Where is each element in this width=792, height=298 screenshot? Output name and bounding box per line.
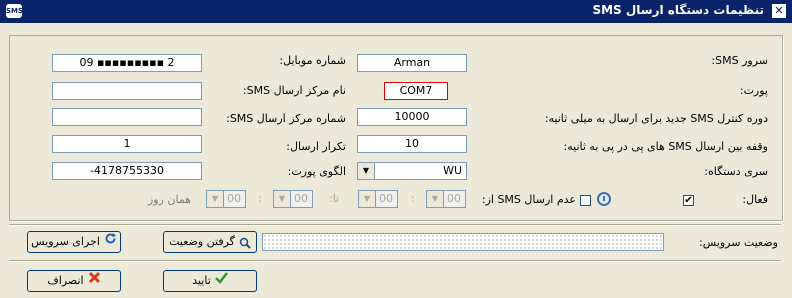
to-minute-select[interactable]: ▼ 00	[273, 190, 313, 208]
separator	[9, 260, 781, 262]
pause-input[interactable]: 10	[357, 135, 467, 153]
active-checkbox[interactable]: ✔	[683, 195, 694, 206]
chevron-down-icon[interactable]: ▼	[427, 191, 444, 207]
no-send-checkbox[interactable]	[580, 195, 591, 206]
service-status-field	[262, 233, 664, 251]
run-service-button[interactable]: اجرای سرویس	[27, 231, 121, 253]
check-icon	[214, 271, 228, 291]
from-hour-select[interactable]: ▼ 00	[358, 190, 398, 208]
separator	[9, 224, 781, 226]
ok-button[interactable]: تایید	[163, 270, 257, 292]
device-series-select[interactable]: ▼ WU	[357, 162, 467, 180]
time-colon: :	[258, 192, 262, 205]
to-label: تا:	[329, 192, 340, 205]
service-status-label: وضعیت سرویس:	[699, 236, 778, 249]
port-pattern-input[interactable]: -4178755330	[52, 162, 202, 180]
to-hour-select[interactable]: ▼ 00	[206, 190, 246, 208]
close-icon	[88, 271, 101, 291]
control-period-input[interactable]: 10000	[357, 108, 467, 126]
control-period-label: دوره کنترل SMS جدید برای ارسال به میلی ث…	[544, 112, 768, 125]
close-button[interactable]: ✕	[772, 4, 786, 18]
chevron-down-icon[interactable]: ▼	[358, 163, 375, 179]
chevron-down-icon[interactable]: ▼	[207, 191, 224, 207]
cancel-button[interactable]: انصراف	[27, 270, 121, 292]
port-label: پورت:	[739, 84, 768, 97]
get-status-button[interactable]: گرفتن وضعیت	[163, 231, 257, 253]
sms-server-input[interactable]: Arman	[357, 54, 467, 72]
chevron-down-icon[interactable]: ▼	[359, 191, 376, 207]
center-name-label: نام مرکز ارسال SMS:	[242, 84, 346, 97]
same-day-label: همان روز	[148, 193, 192, 206]
center-name-input[interactable]	[52, 82, 202, 100]
search-icon	[239, 236, 251, 249]
repeat-input[interactable]: 1	[52, 135, 202, 153]
repeat-label: تکرار ارسال:	[286, 140, 346, 153]
port-pattern-label: الگوی پورت:	[287, 165, 346, 178]
mobile-label: شماره موبایل:	[279, 54, 346, 67]
center-number-label: شماره مرکز ارسال SMS:	[226, 112, 346, 125]
refresh-icon	[104, 232, 117, 252]
device-series-value: WU	[443, 164, 462, 177]
app-icon: SMS	[6, 4, 23, 18]
time-colon: :	[411, 192, 415, 205]
chevron-down-icon[interactable]: ▼	[274, 191, 291, 207]
device-series-label: سری دستگاه:	[704, 165, 768, 178]
active-label: فعال:	[742, 193, 768, 206]
from-minute-select[interactable]: ▼ 00	[426, 190, 466, 208]
center-number-input[interactable]	[52, 108, 202, 126]
pause-label: وقفه بین ارسال SMS های پی در پی به ثانیه…	[563, 140, 768, 153]
no-send-label: عدم ارسال SMS از:	[481, 193, 576, 206]
port-input[interactable]: COM7	[384, 82, 448, 100]
sms-server-label: سرور SMS:	[711, 54, 768, 67]
clock-icon	[597, 192, 611, 206]
window-title: تنظیمات دستگاه ارسال SMS	[592, 3, 764, 17]
title-bar: SMS تنظیمات دستگاه ارسال SMS ✕	[0, 0, 792, 23]
mobile-input[interactable]: 09 ▪▪▪▪▪▪▪▪▪ 2	[52, 54, 202, 72]
